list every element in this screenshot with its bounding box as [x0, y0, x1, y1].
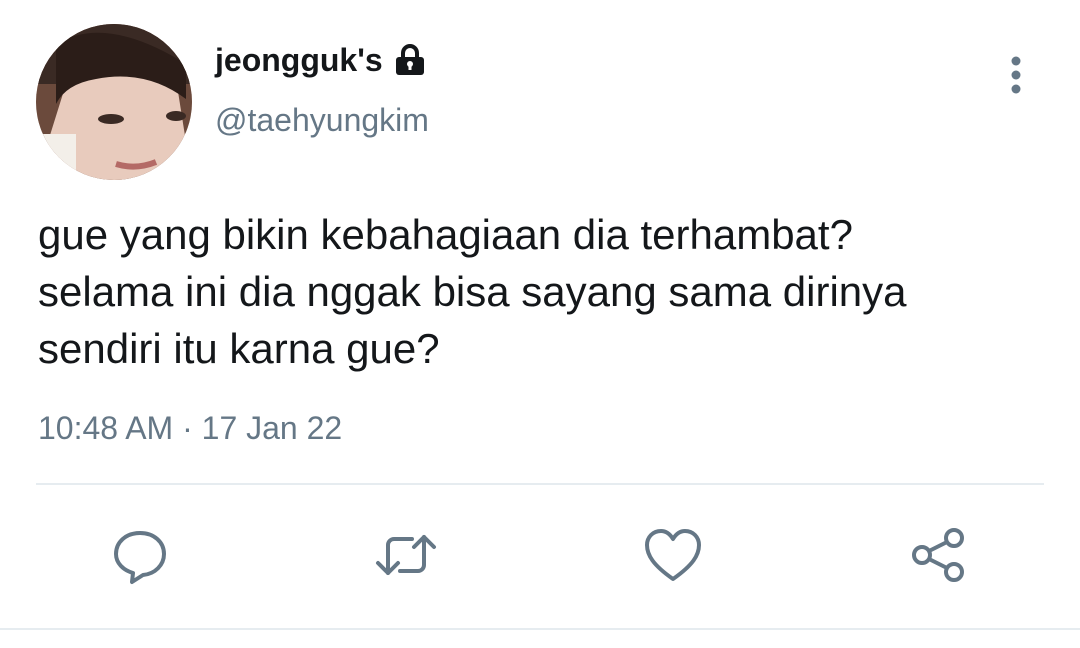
- retweet-button[interactable]: [371, 520, 441, 590]
- action-bar: [0, 520, 1080, 590]
- reply-icon: [114, 531, 166, 584]
- timestamp[interactable]: 10:48 AM · 17 Jan 22: [38, 408, 342, 448]
- like-icon: [645, 529, 701, 581]
- more-vertical-icon: [1011, 56, 1021, 94]
- bottom-divider: [0, 628, 1080, 630]
- more-options-button[interactable]: [998, 52, 1034, 98]
- like-button[interactable]: [638, 520, 708, 590]
- lock-icon: [393, 43, 427, 77]
- user-handle[interactable]: @taehyungkim: [215, 100, 429, 140]
- share-button[interactable]: [903, 520, 973, 590]
- reply-button[interactable]: [105, 520, 175, 590]
- tweet-text-line: sendiri itu karna gue?: [38, 325, 440, 372]
- share-icon: [912, 528, 964, 582]
- display-name-text[interactable]: jeongguk's: [215, 40, 383, 80]
- tweet-text-line: selama ini dia nggak bisa sayang sama di…: [38, 268, 907, 315]
- display-name[interactable]: jeongguk's: [215, 40, 427, 80]
- divider: [36, 483, 1044, 485]
- tweet-text-line: gue yang bikin kebahagiaan dia terhambat…: [38, 211, 853, 258]
- tweet-card: jeongguk's @taehyungkim gue yang bikin k…: [0, 0, 1080, 648]
- retweet-icon: [376, 535, 436, 575]
- tweet-text: gue yang bikin kebahagiaan dia terhambat…: [38, 206, 1038, 377]
- avatar[interactable]: [36, 24, 192, 180]
